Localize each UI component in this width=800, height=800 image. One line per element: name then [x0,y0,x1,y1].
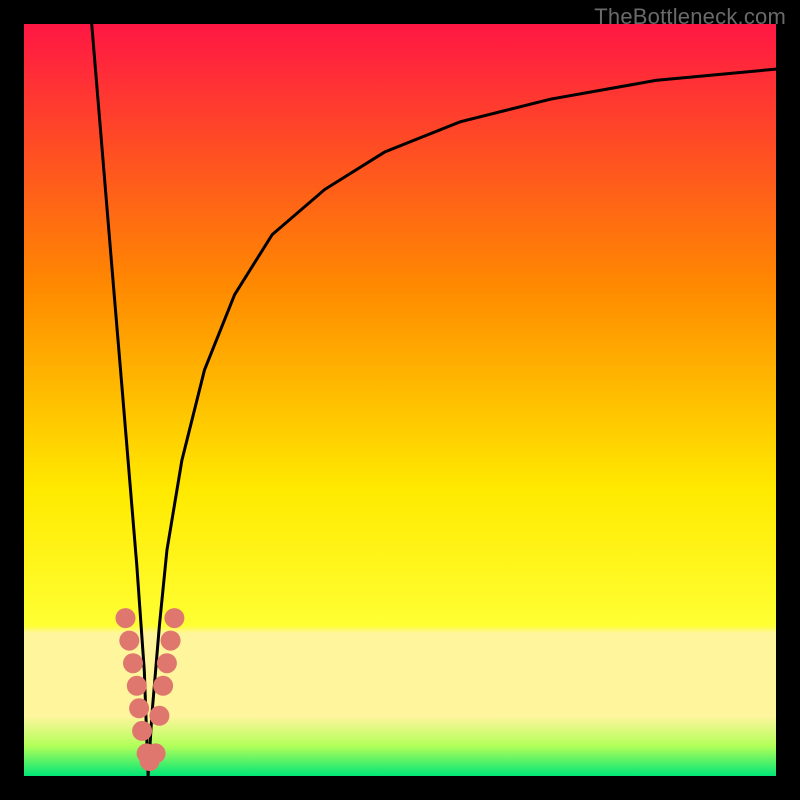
chart-plot-area [24,24,776,776]
data-point [164,608,184,628]
data-point [146,743,166,763]
chart-frame: TheBottleneck.com [0,0,800,800]
data-point [127,676,147,696]
chart-svg [24,24,776,776]
data-point [129,698,149,718]
data-point [132,721,152,741]
data-point [157,653,177,673]
watermark-text: TheBottleneck.com [594,4,786,30]
data-point [116,608,136,628]
data-point [123,653,143,673]
data-point [149,706,169,726]
data-point [119,631,139,651]
data-point [161,631,181,651]
data-point [153,676,173,696]
